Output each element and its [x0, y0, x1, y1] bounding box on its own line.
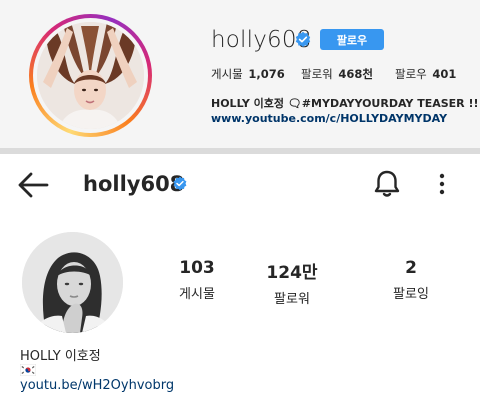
- stat-value: 401: [432, 67, 457, 81]
- desktop-bio: HOLLY 이호정 🗨#MYDAYYOURDAY TEASER !!: [211, 97, 479, 110]
- south-korea-flag-icon: [20, 364, 36, 376]
- verified-badge-icon: [173, 176, 187, 191]
- mobile-profile: holly608 103 게시물 124만 팔로워 2 팔로잉 HOLLY 이호…: [0, 154, 480, 401]
- stat-label: 팔로잉: [393, 287, 429, 302]
- desktop-stat-followers[interactable]: 팔로워 468천: [301, 66, 373, 82]
- verified-badge-icon: [295, 31, 311, 48]
- stat-value: 2: [405, 258, 417, 278]
- story-ring[interactable]: [29, 14, 152, 137]
- desktop-profile-header: holly608 팔로우 게시물 1,076 팔로워 468천 팔로우 401 …: [0, 0, 480, 148]
- mobile-stat-followers[interactable]: 124만 팔로워: [252, 258, 332, 307]
- stat-value: 468천: [338, 67, 373, 81]
- bell-icon: [374, 170, 400, 197]
- mobile-username: holly608: [83, 172, 185, 196]
- desktop-bio-link[interactable]: www.youtube.com/c/HOLLYDAYMYDAY: [211, 112, 447, 125]
- mobile-bio-link[interactable]: youtu.be/wH2Oyhvobrg: [20, 378, 174, 393]
- back-button[interactable]: [16, 170, 50, 200]
- desktop-profile-photo[interactable]: [37, 22, 144, 129]
- mobile-stat-following[interactable]: 2 팔로잉: [371, 258, 451, 302]
- back-arrow-icon: [18, 172, 49, 198]
- mobile-profile-photo[interactable]: [22, 232, 123, 333]
- mobile-stat-posts[interactable]: 103 게시물: [157, 258, 237, 302]
- stat-label: 게시물: [179, 287, 215, 302]
- stat-label: 팔로우: [395, 67, 427, 81]
- profile-photo-illustration: [37, 22, 144, 129]
- mobile-display-name: HOLLY 이호정: [20, 349, 101, 364]
- follow-button[interactable]: 팔로우: [320, 29, 384, 50]
- more-vertical-icon: [439, 173, 445, 195]
- stat-label: 팔로워: [301, 67, 333, 81]
- stat-label: 팔로워: [274, 292, 310, 307]
- stat-value: 124만: [266, 263, 318, 283]
- stat-value: 1,076: [248, 67, 285, 81]
- stat-label: 게시물: [211, 67, 243, 81]
- notifications-button[interactable]: [371, 168, 403, 200]
- more-options-button[interactable]: [430, 168, 454, 200]
- desktop-stat-following[interactable]: 팔로우 401: [395, 66, 456, 82]
- stat-value: 103: [179, 258, 215, 278]
- desktop-stat-posts[interactable]: 게시물 1,076: [211, 66, 285, 82]
- story-ring-gap: [33, 18, 148, 133]
- profile-photo-illustration: [22, 232, 123, 333]
